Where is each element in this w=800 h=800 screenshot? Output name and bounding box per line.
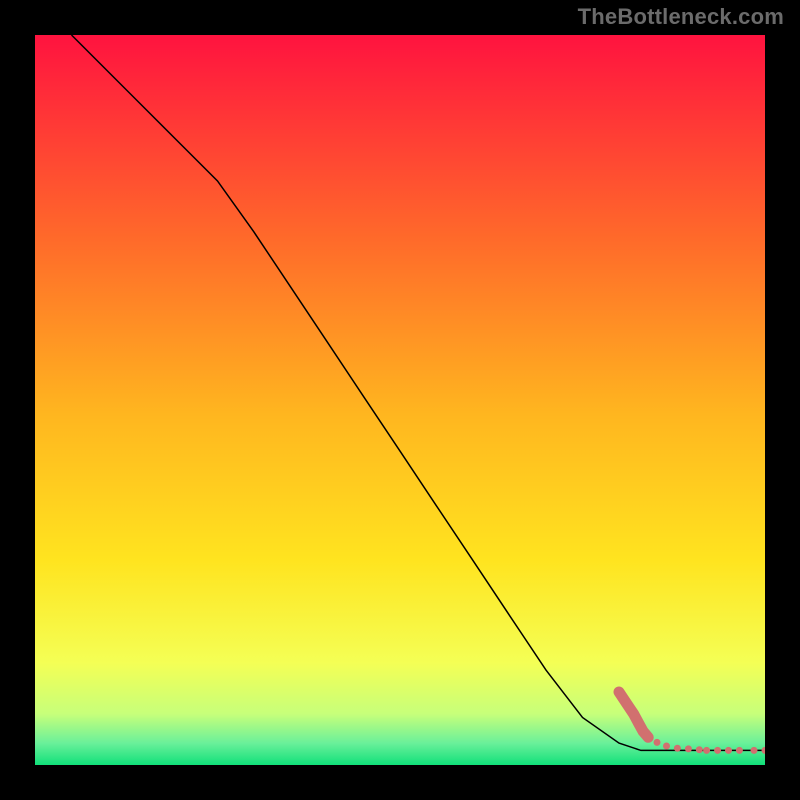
watermark-label: TheBottleneck.com xyxy=(578,4,784,30)
trail-dot xyxy=(643,732,653,742)
trail-dot xyxy=(703,747,710,754)
trail-dot xyxy=(674,745,681,752)
trail-dot xyxy=(725,747,732,754)
chart-svg xyxy=(35,35,765,765)
trail-dot xyxy=(621,698,631,708)
plot-area xyxy=(35,35,765,765)
trail-dot xyxy=(751,747,758,754)
trail-dot xyxy=(629,709,639,719)
trail-dot xyxy=(654,739,661,746)
trail-dot xyxy=(714,747,721,754)
trail-dot xyxy=(685,745,692,752)
trail-dot xyxy=(736,747,743,754)
gradient-background xyxy=(35,35,765,765)
trail-dot xyxy=(696,746,703,753)
trail-dot xyxy=(614,687,624,697)
chart-stage: TheBottleneck.com xyxy=(0,0,800,800)
trail-dot xyxy=(663,743,670,750)
